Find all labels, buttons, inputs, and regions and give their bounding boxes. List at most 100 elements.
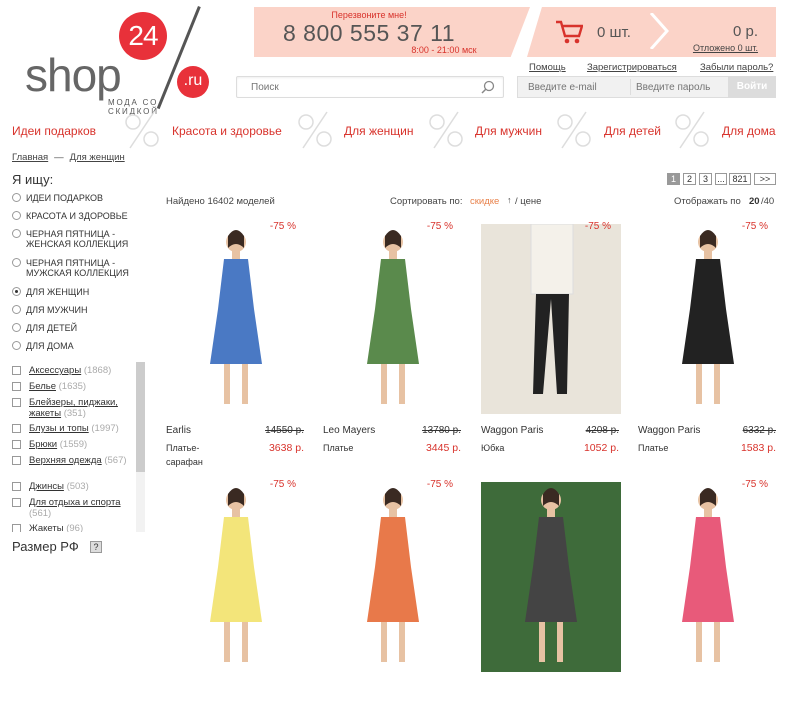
subcategory-name[interactable]: Джинсы — [29, 481, 64, 492]
product-brand[interactable]: Earlis — [166, 425, 191, 436]
category-men[interactable]: Для мужчин — [475, 124, 542, 138]
size-help-icon[interactable]: ? — [90, 541, 102, 553]
breadcrumb-home[interactable]: Главная — [12, 152, 48, 163]
product-image[interactable] — [323, 224, 463, 414]
page-1[interactable]: 1 — [667, 173, 680, 185]
radio-option[interactable]: Для дома — [12, 341, 142, 351]
radio-option[interactable]: Идеи подарков — [12, 193, 142, 203]
sort-by-price[interactable]: / цене — [515, 196, 541, 207]
search-box — [236, 76, 504, 98]
product-image[interactable] — [638, 482, 778, 672]
checkbox-option[interactable]: Жакеты (96) — [12, 523, 132, 532]
register-link[interactable]: Зарегистрироваться — [587, 62, 677, 73]
callback-link[interactable]: Перезвоните мне! — [254, 10, 484, 20]
login-divider — [630, 79, 631, 95]
checkbox[interactable] — [12, 366, 21, 375]
per-page-20[interactable]: 20 — [749, 196, 760, 207]
product-image[interactable] — [323, 482, 463, 672]
checkbox[interactable] — [12, 524, 21, 532]
product-image[interactable] — [638, 224, 778, 414]
radio-button[interactable] — [12, 193, 21, 202]
category-home[interactable]: Для дома — [722, 124, 776, 138]
checkbox[interactable] — [12, 482, 21, 491]
page-next[interactable]: >> — [754, 173, 776, 185]
product-card[interactable]: -75 % — [323, 479, 463, 722]
search-icon[interactable] — [481, 80, 495, 94]
product-image[interactable] — [481, 224, 621, 414]
checkbox-option[interactable]: Блейзеры, пиджаки, жакеты (351) — [12, 397, 132, 419]
product-card[interactable]: -75 % Waggon Paris Юбка 4208 р. 1052 р. — [481, 221, 621, 464]
radio-option[interactable]: Черная пятница - мужская коллекция — [12, 258, 142, 278]
product-type: Платье-сарафан — [166, 443, 203, 467]
checkbox[interactable] — [12, 424, 21, 433]
checkbox-option[interactable]: Джинсы (503) — [12, 481, 132, 492]
scrollbar-thumb[interactable] — [136, 362, 145, 472]
product-image[interactable] — [166, 224, 306, 414]
category-women[interactable]: Для женщин — [344, 124, 414, 138]
checkbox-option[interactable]: Блузы и топы (1997) — [12, 423, 132, 434]
help-link[interactable]: Помощь — [529, 62, 566, 73]
login-button[interactable]: Войти — [728, 76, 776, 98]
page-3[interactable]: 3 — [699, 173, 712, 185]
product-brand[interactable]: Leo Mayers — [323, 425, 375, 436]
radio-button[interactable] — [12, 305, 21, 314]
radio-option[interactable]: Для женщин — [12, 287, 142, 297]
checkbox-option[interactable]: Для отдыха и спорта (561) — [12, 497, 132, 519]
logo[interactable]: 24 shop .ru МОДА СО СКИДКОЙ — [22, 6, 212, 116]
product-card[interactable]: -75 % Waggon Paris Платье 6332 р. 1583 р. — [638, 221, 778, 464]
subcategory-name[interactable]: Верхняя одежда — [29, 455, 102, 466]
subcategory-name[interactable]: Брюки — [29, 439, 57, 450]
cart-panel[interactable]: 0 шт. 0 р. Отложено 0 шт. — [527, 7, 776, 57]
product-card[interactable]: -75 % — [166, 479, 306, 722]
checkbox-label: Джинсы (503) — [12, 481, 132, 492]
deferred-link[interactable]: Отложено 0 шт. — [693, 43, 758, 53]
subcategory-name[interactable]: Для отдыха и спорта — [29, 497, 121, 508]
product-card[interactable]: -75 % — [638, 479, 778, 722]
product-image[interactable] — [166, 482, 306, 672]
subcategory-name[interactable]: Аксессуары — [29, 365, 81, 376]
sort-by-discount[interactable]: скидке — [470, 196, 499, 207]
subcategory-count: (561) — [29, 508, 52, 519]
checkbox[interactable] — [12, 498, 21, 507]
radio-option[interactable]: Для детей — [12, 323, 142, 333]
radio-option[interactable]: Черная пятница - женская коллекция — [12, 229, 142, 249]
subcategory-name[interactable]: Белье — [29, 381, 56, 392]
radio-button[interactable] — [12, 323, 21, 332]
radio-label: Для детей — [26, 323, 78, 333]
category-kids[interactable]: Для детей — [604, 124, 661, 138]
per-page-40[interactable]: /40 — [761, 196, 774, 207]
checkbox-option[interactable]: Брюки (1559) — [12, 439, 132, 450]
product-image[interactable] — [481, 482, 621, 672]
product-card[interactable]: -75 % Leo Mayers Платье 13780 р. 3445 р. — [323, 221, 463, 464]
checkbox[interactable] — [12, 440, 21, 449]
search-input[interactable] — [251, 77, 481, 98]
product-brand[interactable]: Waggon Paris — [638, 425, 700, 436]
checkbox[interactable] — [12, 382, 21, 391]
product-card[interactable]: -75 % Earlis Платье-сарафан 14550 р. 3638 р. — [166, 221, 306, 467]
subcategory-name[interactable]: Жакеты — [29, 523, 64, 532]
radio-option[interactable]: Для мужчин — [12, 305, 142, 315]
product-card[interactable] — [481, 482, 621, 722]
product-brand[interactable]: Waggon Paris — [481, 425, 543, 436]
radio-label: Идеи подарков — [26, 193, 104, 203]
forgot-password-link[interactable]: Забыли пароль? — [700, 62, 773, 73]
checkbox-option[interactable]: Аксессуары (1868) — [12, 365, 132, 376]
breadcrumb-current[interactable]: Для женщин — [70, 152, 125, 163]
radio-button[interactable] — [12, 287, 21, 296]
checkbox-option[interactable]: Белье (1635) — [12, 381, 132, 392]
page-last[interactable]: 821 — [729, 173, 751, 185]
email-field[interactable] — [528, 79, 626, 95]
radio-option[interactable]: Красота и здоровье — [12, 211, 142, 221]
category-beauty[interactable]: Красота и здоровье — [172, 124, 282, 138]
radio-button[interactable] — [12, 229, 21, 238]
checkbox-option[interactable]: Верхняя одежда (567) — [12, 455, 132, 466]
checkbox[interactable] — [12, 398, 21, 407]
subcategory-name[interactable]: Блузы и топы — [29, 423, 89, 434]
password-field[interactable] — [636, 79, 726, 95]
page-2[interactable]: 2 — [683, 173, 696, 185]
category-gifts[interactable]: Идеи подарков — [12, 124, 96, 138]
radio-button[interactable] — [12, 341, 21, 350]
radio-button[interactable] — [12, 211, 21, 220]
radio-button[interactable] — [12, 258, 21, 267]
checkbox[interactable] — [12, 456, 21, 465]
